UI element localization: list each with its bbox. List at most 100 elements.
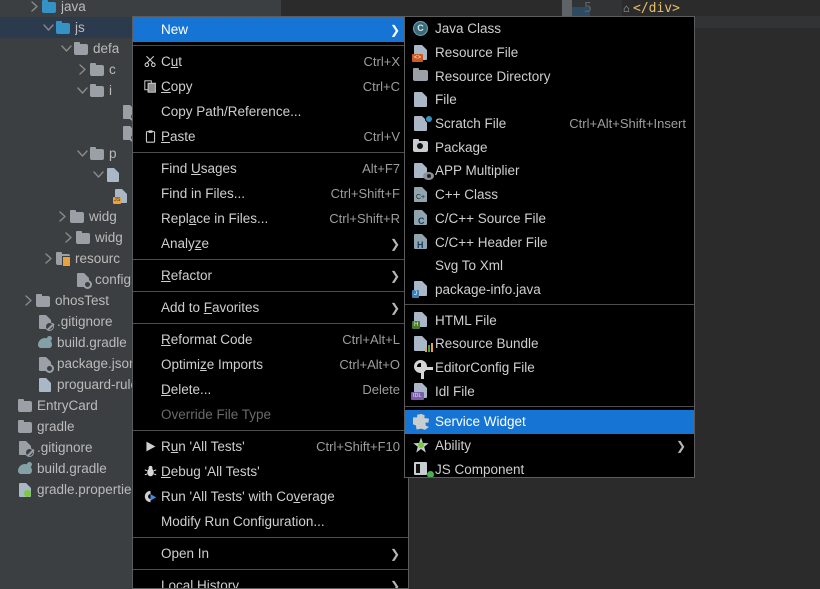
tree-item-label: build.gradle [57, 335, 127, 350]
menu-item-label: Analyze [161, 236, 380, 251]
new-menu-item-c-c-header-file[interactable]: HC/C++ Header File [405, 230, 694, 254]
menu-item-optimize-imports[interactable]: Optimize Imports Ctrl+Alt+O [133, 352, 408, 377]
menu-separator [405, 406, 694, 407]
tree-item-label: package.json [57, 356, 137, 371]
package-icon [411, 138, 435, 156]
chevron-right-icon[interactable] [28, 0, 41, 13]
menu-item-delete[interactable]: Delete...Delete [133, 377, 408, 402]
menu-item-paste[interactable]: Paste Ctrl+V [133, 124, 408, 149]
folder-grey-icon [17, 419, 33, 435]
menu-item-modify-run-configuration[interactable]: Modify Run Configuration... [133, 509, 408, 534]
file-props-icon [17, 482, 33, 498]
chevron-right-icon[interactable] [22, 294, 35, 307]
menu-item-run-all-tests-with-coverage[interactable]: Run 'All Tests' with Coverage [133, 484, 408, 509]
new-menu-item-package[interactable]: Package [405, 135, 694, 159]
new-submenu[interactable]: CJava Class<>Resource FileResource Direc… [404, 16, 695, 478]
new-menu-item-html-file[interactable]: HHTML File [405, 308, 694, 332]
menu-item-open-in[interactable]: Open In❯ [133, 541, 408, 566]
new-menu-item-js-component[interactable]: JS Component [405, 457, 694, 478]
new-menu-item-scratch-file[interactable]: Scratch FileCtrl+Alt+Shift+Insert [405, 112, 694, 136]
menu-separator [133, 152, 408, 153]
tree-item-label: widg [95, 230, 123, 245]
tree-item-label: java [61, 0, 86, 14]
copy-icon [139, 80, 161, 93]
html-file-icon: H [411, 311, 435, 329]
tree-row[interactable]: java [0, 0, 281, 17]
menu-item-shortcut: Alt+F7 [362, 161, 400, 176]
menu-item-refactor[interactable]: Refactor❯ [133, 263, 408, 288]
resource-file-icon: <> [411, 44, 435, 62]
new-menu-item-idl-file[interactable]: IDLIdl File [405, 379, 694, 403]
new-menu-item-package-info-java[interactable]: Jpackage-info.java [405, 278, 694, 302]
menu-item-copy-path-reference[interactable]: Copy Path/Reference... [133, 99, 408, 124]
chevron-right-icon: ❯ [390, 547, 400, 561]
menu-item-shortcut: Ctrl+V [364, 129, 400, 144]
menu-item-copy[interactable]: CopyCtrl+C [133, 74, 408, 99]
code-fold-icon[interactable]: ⌂ [623, 0, 630, 17]
new-menu-item-ability[interactable]: Ability❯ [405, 434, 694, 458]
menu-item-add-to-favorites[interactable]: Add to Favorites❯ [133, 295, 408, 320]
menu-item-find-in-files[interactable]: Find in Files...Ctrl+Shift+F [133, 181, 408, 206]
new-menu-item-service-widget[interactable]: Service Widget [405, 410, 694, 434]
new-menu-item-file[interactable]: File [405, 88, 694, 112]
tree-item-label: i [109, 83, 112, 98]
chevron-right-icon[interactable] [62, 231, 75, 244]
file-gitignore-icon [17, 440, 33, 456]
new-menu-item-label: Resource File [435, 45, 686, 60]
new-menu-item-resource-bundle[interactable]: Resource Bundle [405, 332, 694, 356]
new-menu-item-label: package-info.java [435, 282, 686, 297]
menu-item-local-history[interactable]: Local History❯ [133, 573, 408, 589]
tree-expander-placeholder [24, 336, 37, 349]
scissors-icon [139, 55, 161, 68]
resource-bundle-icon [411, 335, 435, 353]
folder-grey-icon [17, 398, 33, 414]
file-json-icon [37, 356, 53, 372]
menu-item-cut[interactable]: CutCtrl+X [133, 49, 408, 74]
chevron-down-icon[interactable] [92, 168, 105, 181]
chevron-right-icon[interactable] [42, 252, 55, 265]
tree-item-label: proguard-rule [57, 377, 138, 392]
tree-item-label: gradle [37, 419, 75, 434]
menu-item-find-usages[interactable]: Find UsagesAlt+F7 [133, 156, 408, 181]
menu-item-analyze[interactable]: Analyze❯ [133, 231, 408, 256]
tree-item-label: .gitignore [37, 440, 93, 455]
tree-item-label: EntryCard [37, 398, 98, 413]
menu-separator [405, 304, 694, 305]
file-gradle-icon [37, 335, 53, 351]
new-menu-item-label: Resource Directory [435, 69, 686, 84]
new-menu-item-shortcut: Ctrl+Alt+Shift+Insert [569, 116, 686, 131]
menu-item-replace-in-files[interactable]: Replace in Files...Ctrl+Shift+R [133, 206, 408, 231]
tree-item-label: js [75, 20, 85, 35]
tree-item-label: .gitignore [57, 314, 113, 329]
chevron-down-icon[interactable] [76, 147, 89, 160]
menu-item-label: Reformat Code [161, 332, 328, 347]
chevron-down-icon[interactable] [42, 21, 55, 34]
chevron-right-icon: ❯ [390, 579, 400, 589]
new-menu-item-resource-directory[interactable]: Resource Directory [405, 64, 694, 88]
folder-blue-icon [41, 0, 57, 15]
chevron-down-icon[interactable] [76, 84, 89, 97]
menu-item-label: Optimize Imports [161, 357, 325, 372]
new-menu-item-c-c-source-file[interactable]: CC/C++ Source File [405, 207, 694, 231]
new-menu-item-label: File [435, 92, 686, 107]
new-menu-item-resource-file[interactable]: <>Resource File [405, 41, 694, 65]
menu-item-label: Paste [161, 129, 350, 144]
new-menu-item-app-multiplier[interactable]: APP Multiplier [405, 159, 694, 183]
chevron-right-icon[interactable] [56, 210, 69, 223]
new-menu-item-java-class[interactable]: CJava Class [405, 17, 694, 41]
menu-item-shortcut: Ctrl+Alt+O [339, 357, 400, 372]
menu-item-debug-all-tests[interactable]: Debug 'All Tests' [133, 459, 408, 484]
tree-expander-placeholder [24, 315, 37, 328]
context-menu[interactable]: New❯ CutCtrl+XCopyCtrl+CCopy Path/Referen… [132, 16, 409, 589]
new-menu-item-c-class[interactable]: C+C++ Class [405, 183, 694, 207]
menu-item-reformat-code[interactable]: Reformat CodeCtrl+Alt+L [133, 327, 408, 352]
chevron-down-icon[interactable] [60, 42, 73, 55]
tree-expander-placeholder [4, 420, 17, 433]
chevron-right-icon[interactable] [76, 63, 89, 76]
chevron-right-icon: ❯ [390, 23, 400, 37]
menu-item-new[interactable]: New❯ [133, 17, 408, 42]
menu-item-run-all-tests[interactable]: Run 'All Tests'Ctrl+Shift+F10 [133, 434, 408, 459]
new-menu-item-svg-to-xml[interactable]: Svg To Xml [405, 254, 694, 278]
new-menu-item-editorconfig-file[interactable]: EditorConfig File [405, 356, 694, 380]
folder-grey-icon [35, 293, 51, 309]
